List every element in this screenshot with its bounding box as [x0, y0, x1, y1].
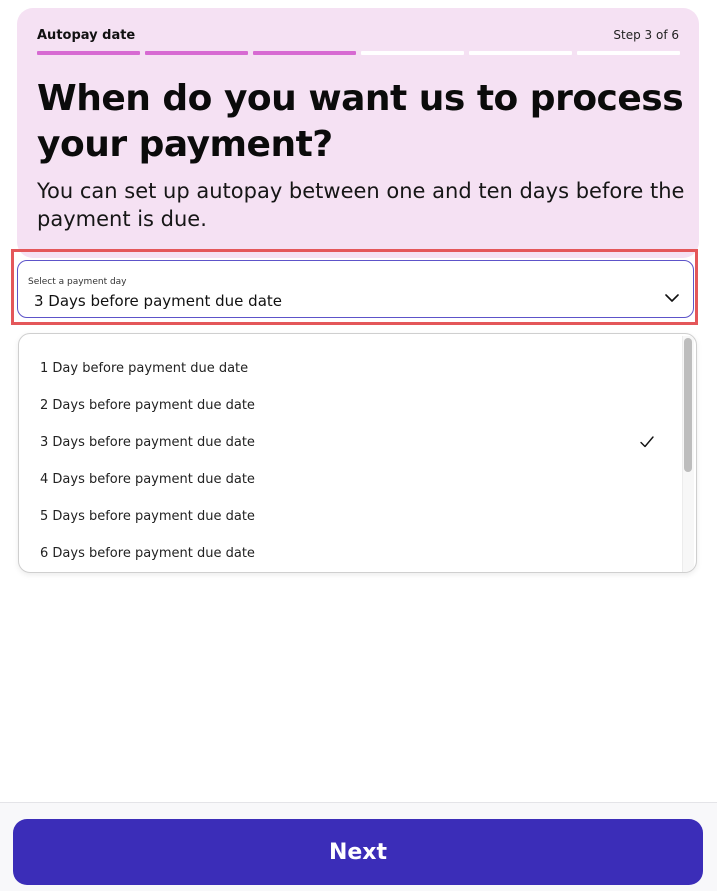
next-button[interactable]: Next — [13, 819, 703, 885]
dropdown-option[interactable]: 4 Days before payment due date — [19, 461, 681, 498]
dropdown-option[interactable]: 6 Days before payment due date — [19, 535, 681, 572]
dropdown-scrollbar-thumb[interactable] — [684, 338, 692, 472]
autopay-date-page: Autopay date Step 3 of 6 When do you wan… — [0, 0, 717, 891]
select-caption: Select a payment day — [28, 277, 127, 287]
header-card: Autopay date Step 3 of 6 When do you wan… — [17, 8, 699, 258]
dropdown-option-selected[interactable]: 3 Days before payment due date — [19, 424, 681, 461]
dropdown-option[interactable]: 5 Days before payment due date — [19, 498, 681, 535]
dropdown-option[interactable]: 1 Day before payment due date — [19, 350, 681, 387]
progress-bar — [37, 51, 680, 55]
progress-segment — [253, 51, 356, 55]
page-title: When do you want us to process your paym… — [37, 78, 684, 165]
progress-segment — [145, 51, 248, 55]
progress-segment — [37, 51, 140, 55]
progress-segment — [361, 51, 464, 55]
option-label: 2 Days before payment due date — [40, 398, 255, 413]
option-label: 5 Days before payment due date — [40, 509, 255, 524]
select-value: 3 Days before payment due date — [34, 292, 282, 310]
page-subtitle: You can set up autopay between one and t… — [37, 179, 685, 231]
progress-segment — [577, 51, 680, 55]
payment-day-dropdown: 1 Day before payment due date 2 Days bef… — [18, 333, 697, 573]
payment-day-select[interactable]: Select a payment day 3 Days before payme… — [17, 260, 694, 318]
option-label: 1 Day before payment due date — [40, 361, 249, 376]
step-count: Step 3 of 6 — [613, 28, 679, 42]
option-label: 4 Days before payment due date — [40, 472, 255, 487]
option-label: 6 Days before payment due date — [40, 546, 255, 561]
check-icon — [640, 436, 654, 448]
option-label: 3 Days before payment due date — [40, 435, 255, 450]
dropdown-option[interactable]: 2 Days before payment due date — [19, 387, 681, 424]
chevron-down-icon[interactable] — [665, 291, 679, 305]
step-label: Autopay date — [37, 28, 136, 43]
progress-segment — [469, 51, 572, 55]
